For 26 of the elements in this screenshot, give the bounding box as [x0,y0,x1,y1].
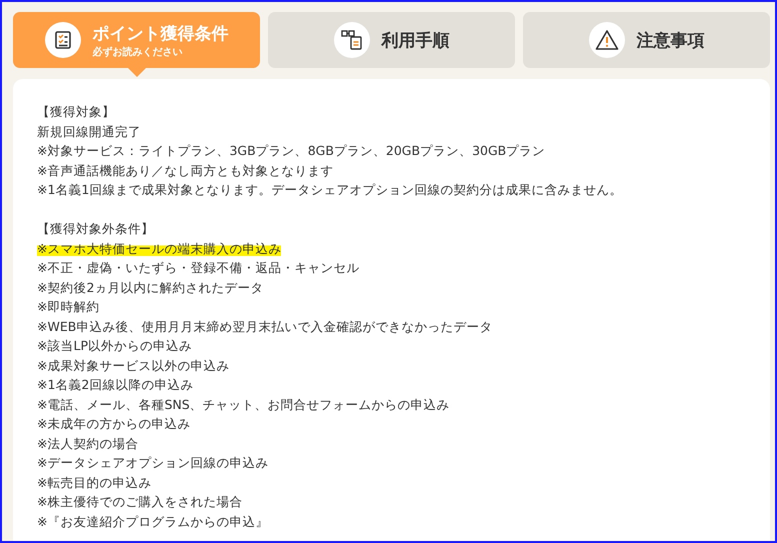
body-text: ※1名義1回線まで成果対象となります。データシェアオプション回線の契約分は成果に含みません。 [37,182,622,197]
body-text: ※音声通話機能あり／なし両方とも対象となります [37,162,334,178]
body-text: ※WEB申込み後、使用月月末締め翌月末払いで入金確認ができなかったデータ [37,318,492,334]
body-text: ※データシェアオプション回線の申込み [37,455,268,470]
warning-icon [594,29,618,51]
body-text: ※未成年の方からの申込み [37,416,190,431]
body-text: ※即時解約 [37,299,100,314]
body-text: ※不正・虚偽・いたずら・登録不備・返品・キャンセル [37,260,360,275]
body-text: ※株主優待でのご購入をされた場合 [37,494,242,509]
tab[interactable]: 注意事項 [523,12,770,68]
body-text: ※契約後2ヵ月以内に解約されたデータ [37,280,264,294]
highlighted-text: ※スマホ大特価セールの端末購入の申込み [37,240,282,256]
checklist-icon [52,30,72,50]
body-text: ※法人契約の場合 [37,436,138,450]
section-heading: 【獲得対象】 [37,103,116,121]
tab[interactable]: 利用手順 [268,12,515,68]
flow-steps-icon [340,29,362,51]
body-text: ※1名義2回線以降の申込み [37,377,194,392]
body-text: ※転売目的の申込み [37,474,152,490]
body-text: ※該当LP以外からの申込み [37,338,192,353]
body-text: ※電話、メール、各種SNS、チャット、お問合せフォームからの申込み [37,396,450,412]
section-heading: 【獲得対象外条件】 [37,220,155,238]
body-text: ※『お友達紹介プログラムからの申込』 [37,514,268,528]
body-text: 新規回線開通完了 [37,124,141,138]
body-text: ※成果対象サービス以外の申込み [37,358,230,372]
body-text: ※対象サービス：ライトプラン、3GBプラン、8GBプラン、20GBプラン、30GBプラン [37,143,546,158]
